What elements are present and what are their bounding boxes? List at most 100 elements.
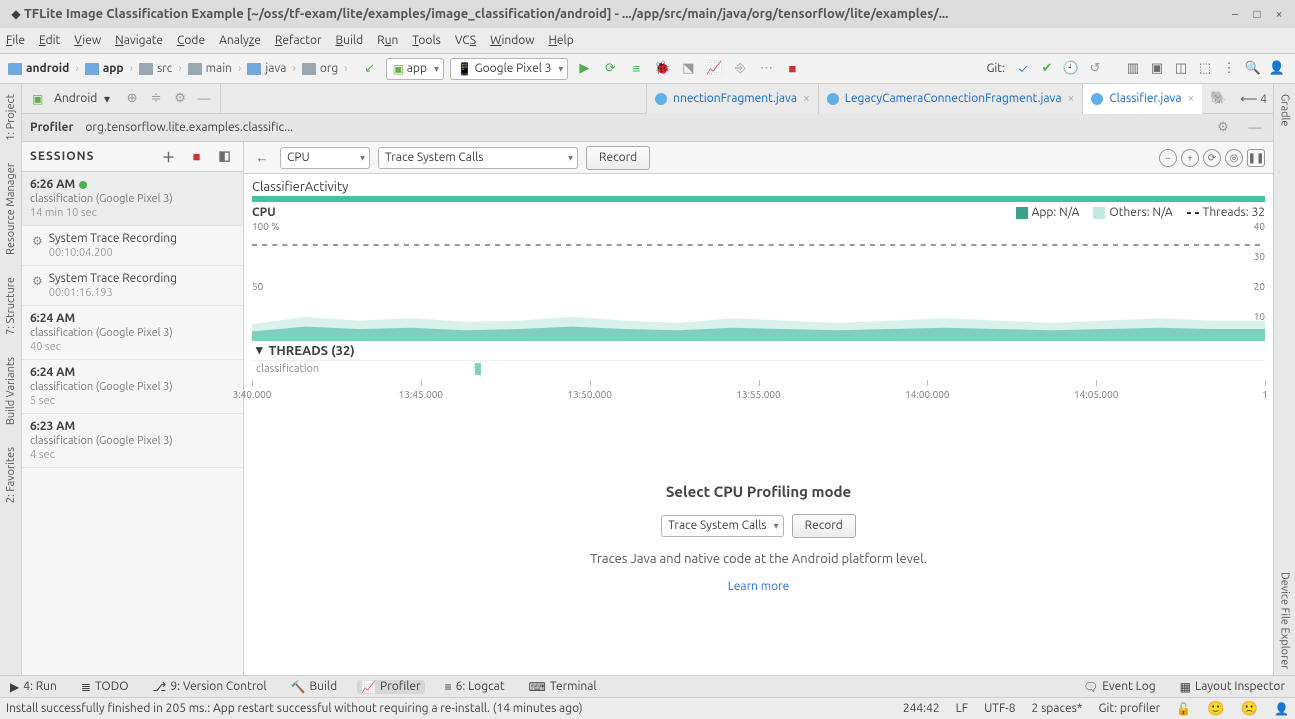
git-history-icon[interactable]: 🕘 [1061,59,1081,79]
profiler-config-combo[interactable]: Trace System Calls [378,147,578,169]
tool-eventlog[interactable]: 🗨 Event Log [1079,680,1160,694]
tab-overflow-count[interactable]: 4 [1260,93,1267,106]
window-maximize-button[interactable]: □ [1249,7,1265,21]
run-icon[interactable]: ▶ [574,59,594,79]
profiling-mode-combo[interactable]: Trace System Calls [661,515,783,537]
zoom-reset-icon[interactable]: ⟳ [1203,149,1221,167]
overflow-icon[interactable]: ⋮ [1219,59,1239,79]
status-line-ending[interactable]: LF [956,702,968,715]
user-icon[interactable]: 👤 [1267,59,1287,79]
left-gutter-project[interactable]: 1: Project [5,88,17,147]
close-icon[interactable]: × [1068,92,1075,105]
stop-session-icon[interactable]: ■ [187,147,207,167]
profile-icon[interactable]: 📈 [704,59,724,79]
status-face-sad-icon[interactable]: 🙁 [1241,700,1258,717]
minimize-icon[interactable]: — [1245,118,1265,138]
close-icon[interactable]: × [803,92,810,105]
status-man-icon[interactable]: 👤 [1274,702,1289,716]
threads-timeline[interactable]: classification 3:40.00013:45.00013:50.00… [252,360,1265,400]
apply-changes-icon[interactable]: ⟳ [600,59,620,79]
elephant-icon[interactable]: 🐘 [1208,89,1228,109]
search-icon[interactable]: 🔍 [1243,59,1263,79]
add-session-icon[interactable]: ＋ [159,147,179,167]
resource-manager-icon[interactable]: ◫ [1171,59,1191,79]
record-button-center[interactable]: Record [792,514,856,538]
hide-panel-icon[interactable]: — [194,89,214,109]
layout-inspector-icon[interactable]: ⬚ [1195,59,1215,79]
profiler-type-combo[interactable]: CPU [280,147,370,169]
menu-edit[interactable]: Edit [39,34,60,47]
menu-help[interactable]: Help [549,34,574,47]
zoom-in-icon[interactable]: + [1181,149,1199,167]
status-git-branch[interactable]: Git: profiler [1099,702,1161,715]
session-item[interactable]: ⚙System Trace Recording00:10:04.200 [22,226,243,266]
git-revert-icon[interactable]: ↺ [1085,59,1105,79]
learn-more-link[interactable]: Learn more [728,580,790,593]
zoom-out-icon[interactable]: − [1159,149,1177,167]
profiler-process[interactable]: org.tensorflow.lite.examples.classific..… [85,121,293,134]
menu-vcs[interactable]: VCS [455,34,476,47]
crumb-android[interactable]: android [4,60,73,77]
back-button[interactable]: ← [252,148,272,168]
session-item[interactable]: 6:24 AMclassification (Google Pixel 3)40… [22,306,243,360]
tool-layout-inspector[interactable]: ▦ Layout Inspector [1176,680,1289,694]
window-close-button[interactable]: × [1271,8,1287,21]
zoom-sel-icon[interactable]: ◎ [1225,149,1243,167]
session-item[interactable]: 6:23 AMclassification (Google Pixel 3)4 … [22,414,243,468]
threads-header[interactable]: ▾ THREADS (32) [252,341,1265,360]
right-gutter-device-explorer[interactable]: Device File Explorer [1279,566,1291,675]
gear-icon[interactable]: ⚙ [1213,118,1233,138]
status-indent[interactable]: 2 spaces* [1032,702,1083,715]
collapse-sessions-icon[interactable]: ◧ [215,147,235,167]
crumb-src[interactable]: src [135,60,176,77]
window-minimize-button[interactable]: – [1227,8,1243,21]
menu-run[interactable]: Run [377,34,398,47]
tool-profiler[interactable]: 📈 Profiler [357,680,425,694]
debug-icon[interactable]: 🐞 [652,59,672,79]
left-gutter-build-variants[interactable]: Build Variants [5,351,17,431]
crumb-app[interactable]: app [81,60,128,77]
menu-code[interactable]: Code [177,34,205,47]
more-run-icon[interactable]: ⋯ [756,59,776,79]
menu-navigate[interactable]: Navigate [115,34,163,47]
sdk-manager-icon[interactable]: ▣ [1147,59,1167,79]
tool-vcs[interactable]: ⎇ 9: Version Control [149,680,271,694]
collapse-icon[interactable]: ≑ [146,89,166,109]
menu-view[interactable]: View [74,34,101,47]
menu-build[interactable]: Build [336,34,364,47]
sync-icon[interactable]: ↙ [360,59,380,79]
close-icon[interactable]: × [1187,92,1194,105]
editor-tab-2[interactable]: Classifier.java× [1082,84,1202,114]
status-face-happy-icon[interactable]: 🙂 [1207,700,1224,717]
session-item[interactable]: 6:26 AMclassification (Google Pixel 3)14… [22,172,243,226]
right-gutter-gradle[interactable]: Gradle [1279,88,1291,133]
left-gutter-resource-manager[interactable]: Resource Manager [5,157,17,261]
attach-debugger-icon[interactable]: ⎆ [730,59,750,79]
tool-logcat[interactable]: ≡ 6: Logcat [441,680,509,694]
tool-run[interactable]: ▶ 4: Run [6,680,61,694]
status-caret[interactable]: 244:42 [903,702,940,715]
menu-window[interactable]: Window [490,34,534,47]
menu-refactor[interactable]: Refactor [275,34,322,47]
run-config-combo[interactable]: ▣ app [386,58,444,80]
apply-code-icon[interactable]: ≡ [626,59,646,79]
editor-tab-0[interactable]: nnectionFragment.java× [646,84,818,114]
stop-icon[interactable]: ■ [782,59,802,79]
menu-analyze[interactable]: Analyze [219,34,261,47]
cpu-chart[interactable]: 100 % 50 40 30 20 10 [252,221,1265,341]
session-item[interactable]: ⚙System Trace Recording00:01:16.193 [22,266,243,306]
menu-file[interactable]: File [6,34,25,47]
coverage-icon[interactable]: ⬔ [678,59,698,79]
status-lock-icon[interactable]: 🔓 [1176,702,1191,716]
status-encoding[interactable]: UTF-8 [984,702,1015,715]
menu-tools[interactable]: Tools [412,34,441,47]
git-update-icon[interactable]: ✓ [1013,59,1033,79]
session-item[interactable]: 6:24 AMclassification (Google Pixel 3)5 … [22,360,243,414]
left-gutter-favorites[interactable]: 2: Favorites [5,441,17,509]
target-icon[interactable]: ⊕ [122,89,142,109]
crumb-java[interactable]: java [243,60,290,77]
avd-manager-icon[interactable]: ▥ [1123,59,1143,79]
tool-build[interactable]: 🔨 Build [287,680,342,694]
pause-icon[interactable]: ❚❚ [1247,149,1265,167]
git-commit-icon[interactable]: ✔ [1037,59,1057,79]
